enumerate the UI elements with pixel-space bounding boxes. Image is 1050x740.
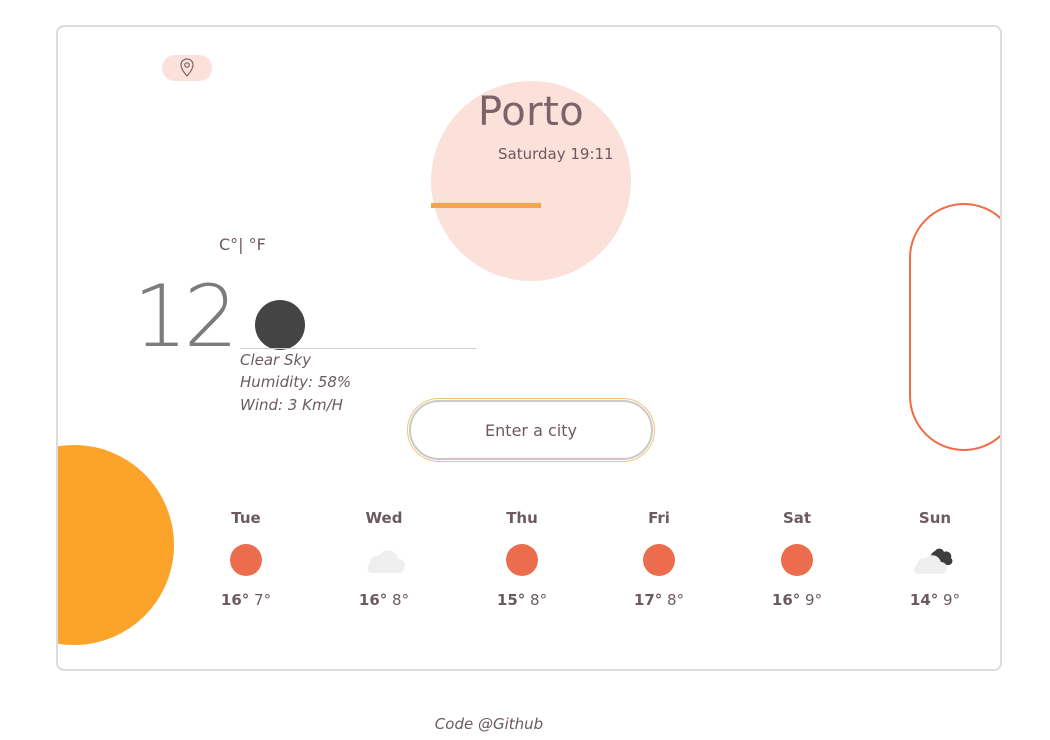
forecast-min: 9°	[805, 591, 823, 609]
current-location-button[interactable]	[162, 55, 212, 81]
decor-orange-circle	[58, 445, 174, 645]
forecast-max: 16°	[220, 591, 250, 609]
forecast-day: Wed 16° 8°	[339, 509, 429, 609]
forecast-min: 8°	[530, 591, 548, 609]
decor-outline-pill	[909, 203, 1000, 451]
moon-icon	[255, 300, 305, 350]
forecast-day: Sat 16° 9°	[752, 509, 842, 609]
forecast-day-name: Thu	[506, 509, 538, 527]
condition-text: Clear Sky	[240, 351, 312, 369]
sun-icon	[781, 544, 813, 576]
footer-github-link[interactable]: Code @Github	[0, 715, 978, 733]
forecast-max: 16°	[358, 591, 388, 609]
humidity-text: Humidity: 58%	[240, 373, 352, 391]
forecast-day-name: Wed	[365, 509, 403, 527]
city-search-input[interactable]	[407, 398, 655, 462]
forecast-day: Sun 14° 9°	[890, 509, 980, 609]
sun-icon	[506, 544, 538, 576]
forecast-day-name: Sun	[918, 509, 952, 527]
forecast-day: Tue 16° 7°	[201, 509, 291, 609]
divider	[240, 348, 476, 349]
forecast-day: Thu 15° 8°	[477, 509, 567, 609]
forecast-min: 9°	[943, 591, 961, 609]
forecast-day-name: Sat	[782, 509, 812, 527]
forecast-max: 14°	[909, 591, 939, 609]
sun-icon	[643, 544, 675, 576]
city-name: Porto	[478, 89, 585, 135]
forecast-max: 16°	[771, 591, 801, 609]
decor-orange-bar	[431, 203, 541, 208]
forecast-max: 17°	[633, 591, 663, 609]
current-temperature: 12	[133, 267, 238, 367]
wind-text: Wind: 3 Km/H	[240, 396, 343, 414]
forecast-day-name: Tue	[231, 509, 261, 527]
forecast-min: 8°	[667, 591, 685, 609]
location-pin-icon	[180, 58, 194, 77]
forecast-max: 15°	[496, 591, 526, 609]
sun-icon	[230, 544, 262, 576]
forecast-min: 8°	[392, 591, 410, 609]
unit-toggle[interactable]: C°| °F	[219, 235, 266, 254]
weather-card: Porto Saturday 19:11 C°| °F 12 Clear Sky…	[56, 25, 1002, 671]
cloudy-night-icon	[914, 548, 953, 574]
forecast-day-name: Fri	[648, 509, 670, 527]
forecast-min: 7°	[254, 591, 272, 609]
cloud-icon	[367, 550, 405, 573]
date-time: Saturday 19:11	[498, 145, 614, 163]
forecast-day: Fri 17° 8°	[614, 509, 704, 609]
